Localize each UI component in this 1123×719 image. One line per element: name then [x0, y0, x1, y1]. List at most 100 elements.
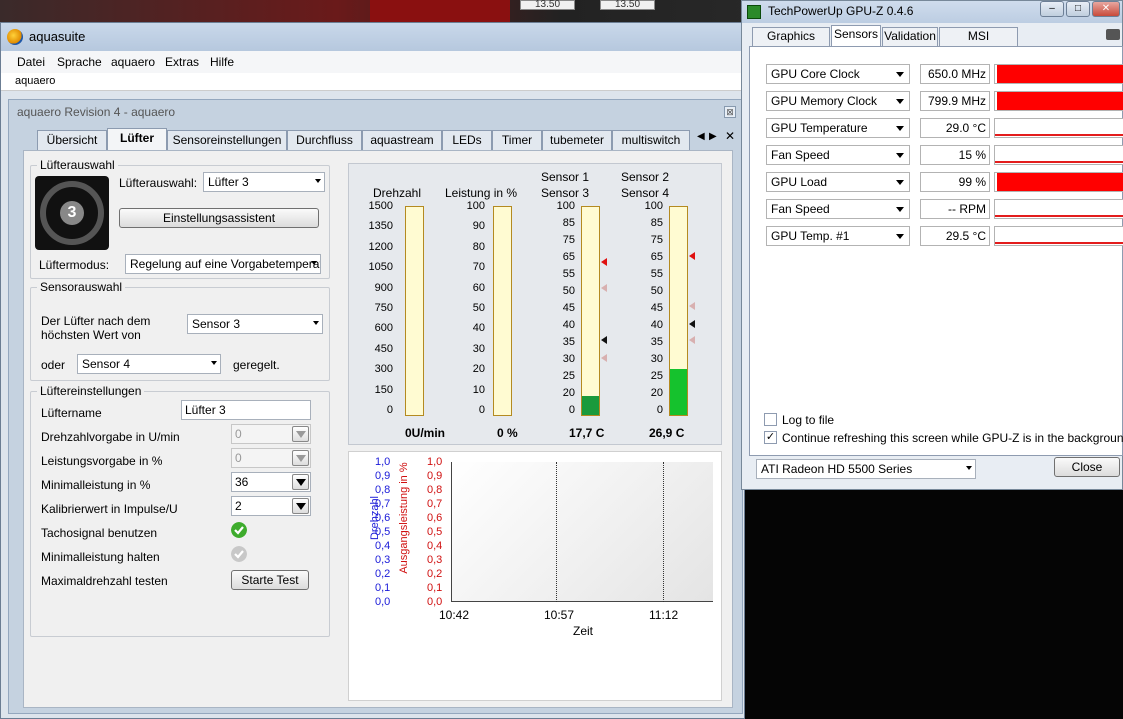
sensor-name-dropdown[interactable]: GPU Memory Clock	[766, 91, 910, 111]
sensor-name-dropdown[interactable]: Fan Speed	[766, 145, 910, 165]
chevron-down-icon[interactable]	[292, 450, 309, 466]
chevron-down-icon	[313, 321, 319, 325]
panel-close-icon[interactable]: ⊠	[724, 106, 736, 118]
menu-extras[interactable]: Extras	[165, 55, 199, 69]
group-fan-select: Lüfterauswahl 3 Lüfterauswahl: Lüfter 3 …	[30, 158, 330, 279]
sensor-name: Fan Speed	[771, 202, 830, 216]
minimize-icon[interactable]: –	[1040, 1, 1064, 17]
meters-panel: Drehzahl Leistung in % Sensor 1 Sensor 3…	[348, 163, 722, 445]
tick-label: 900	[374, 281, 393, 294]
sensor-name-dropdown[interactable]: GPU Temperature	[766, 118, 910, 138]
tick-label: 85	[650, 217, 663, 229]
graph-xlabel: Zeit	[573, 624, 594, 638]
y-tick-right: 0,6	[427, 512, 443, 524]
tab-prev-icon[interactable]: ◀	[697, 131, 705, 142]
sensor-name-dropdown[interactable]: GPU Core Clock	[766, 64, 910, 84]
sensor2-dropdown[interactable]: Sensor 4	[77, 354, 221, 374]
gpuz-close-button[interactable]: Close	[1054, 457, 1120, 477]
tab-luefter[interactable]: Lüfter	[107, 128, 167, 150]
tab-durchfluss[interactable]: Durchfluss	[287, 130, 362, 150]
menu-sprache[interactable]: Sprache	[57, 55, 102, 69]
close-icon[interactable]: ✕	[1092, 1, 1120, 17]
aquasuite-logo-icon	[7, 29, 23, 45]
y-tick-left: 0,2	[375, 568, 391, 580]
power-target-stepper[interactable]: 0	[231, 448, 311, 468]
tab-next-icon[interactable]: ▶	[709, 131, 717, 142]
sensor3-meter-fill	[582, 396, 599, 415]
sensor2-title: Sensor 2	[621, 170, 670, 184]
tab-close-icon[interactable]: ✕	[725, 129, 735, 143]
tick-label: 1200	[368, 240, 393, 253]
luefter-panel: Lüfterauswahl 3 Lüfterauswahl: Lüfter 3 …	[23, 150, 733, 708]
tick-label: 50	[562, 285, 575, 297]
y-tick-right: 0,2	[427, 568, 443, 580]
sensor-graph	[994, 199, 1123, 219]
or-label: oder	[41, 358, 66, 372]
menu-hilfe[interactable]: Hilfe	[210, 55, 234, 69]
menu-aquaero[interactable]: aquaero	[111, 55, 155, 69]
power-target-value: 0	[235, 451, 242, 465]
gpu-select-value: ATI Radeon HD 5500 Series	[761, 462, 913, 476]
sensor-select-label-2: höchsten Wert von	[41, 328, 141, 342]
tab-aquastream[interactable]: aquastream	[362, 130, 442, 150]
sensor-graph	[994, 226, 1123, 246]
tick-label: 45	[650, 302, 663, 314]
sensor-value: 650.0 MHz	[920, 64, 990, 84]
tick-label: 100	[466, 200, 485, 212]
log-to-file-checkbox[interactable]	[764, 413, 777, 426]
rpm-target-stepper[interactable]: 0	[231, 424, 311, 444]
sensor-name-dropdown[interactable]: Fan Speed	[766, 199, 910, 219]
gpu-select-dropdown[interactable]: ATI Radeon HD 5500 Series	[756, 459, 976, 479]
tab-graphics-card[interactable]: Graphics Card	[752, 27, 830, 60]
chevron-down-icon	[315, 179, 321, 183]
chevron-down-icon	[896, 180, 904, 185]
tacho-check-icon[interactable]	[231, 522, 247, 538]
tick-label: 80	[472, 240, 485, 253]
sensor3-value: 17,7 C	[569, 426, 605, 440]
max-rpm-test-label: Maximaldrehzahl testen	[41, 574, 168, 588]
chevron-down-icon[interactable]	[292, 426, 309, 442]
sensor-name-dropdown[interactable]: GPU Temp. #1	[766, 226, 910, 246]
chevron-down-icon[interactable]	[292, 498, 309, 514]
calibration-stepper[interactable]: 2	[231, 496, 311, 516]
tick-label: 75	[650, 234, 663, 246]
tab-uebersicht[interactable]: Übersicht	[37, 130, 107, 150]
tab-tubemeter[interactable]: tubemeter	[542, 130, 612, 150]
maximize-icon[interactable]: □	[1066, 1, 1090, 17]
tick-label: 40	[562, 319, 575, 331]
tab-validation[interactable]: Validation	[882, 27, 938, 46]
fan-select-dropdown[interactable]: Lüfter 3	[203, 172, 325, 192]
min-power-stepper[interactable]: 36	[231, 472, 311, 492]
chevron-down-icon[interactable]	[292, 474, 309, 490]
chevron-down-icon	[896, 234, 904, 239]
sensor-name: GPU Load	[771, 175, 828, 189]
sensor-value: -- RPM	[920, 199, 990, 219]
sensor1-dropdown[interactable]: Sensor 3	[187, 314, 323, 334]
tab-sensoreinstellungen[interactable]: Sensoreinstellungen	[167, 130, 287, 150]
tab-multiswitch[interactable]: multiswitch	[612, 130, 690, 150]
sensor-name-dropdown[interactable]: GPU Load	[766, 172, 910, 192]
tick-label: 0	[386, 404, 393, 416]
tick-label: 0	[656, 404, 663, 416]
menu-datei[interactable]: Datei	[17, 55, 45, 69]
tab-msi-giveaway[interactable]: MSI Giveaway	[939, 27, 1018, 60]
tab-leds[interactable]: LEDs	[442, 130, 492, 150]
tab-sensors[interactable]: Sensors	[831, 25, 881, 46]
y-tick-left: 0,3	[375, 554, 391, 566]
setup-assistant-button[interactable]: Einstellungsassistent	[119, 208, 319, 228]
hold-min-check-icon[interactable]	[231, 546, 247, 562]
camera-icon[interactable]	[1106, 29, 1120, 40]
fan-mode-dropdown[interactable]: Regelung auf eine Vorgabetemperatu	[125, 254, 321, 274]
continue-refresh-checkbox[interactable]: ✓	[764, 431, 777, 444]
fan-name-input[interactable]: Lüfter 3	[181, 400, 311, 420]
fan-name-label: Lüftername	[41, 406, 102, 420]
start-test-button[interactable]: Starte Test	[231, 570, 309, 590]
tab-timer[interactable]: Timer	[492, 130, 542, 150]
breadcrumb-item[interactable]: aquaero	[15, 75, 55, 87]
tick-label: 750	[374, 302, 393, 314]
gpuz-titlebar: TechPowerUp GPU-Z 0.4.6 – □ ✕	[742, 1, 1122, 23]
fan-select-label: Lüfterauswahl:	[119, 176, 198, 190]
sensor-graph	[994, 118, 1123, 138]
fan-mode-value: Regelung auf eine Vorgabetemperatu	[130, 257, 321, 271]
background-field-2: 13.50	[600, 0, 655, 10]
